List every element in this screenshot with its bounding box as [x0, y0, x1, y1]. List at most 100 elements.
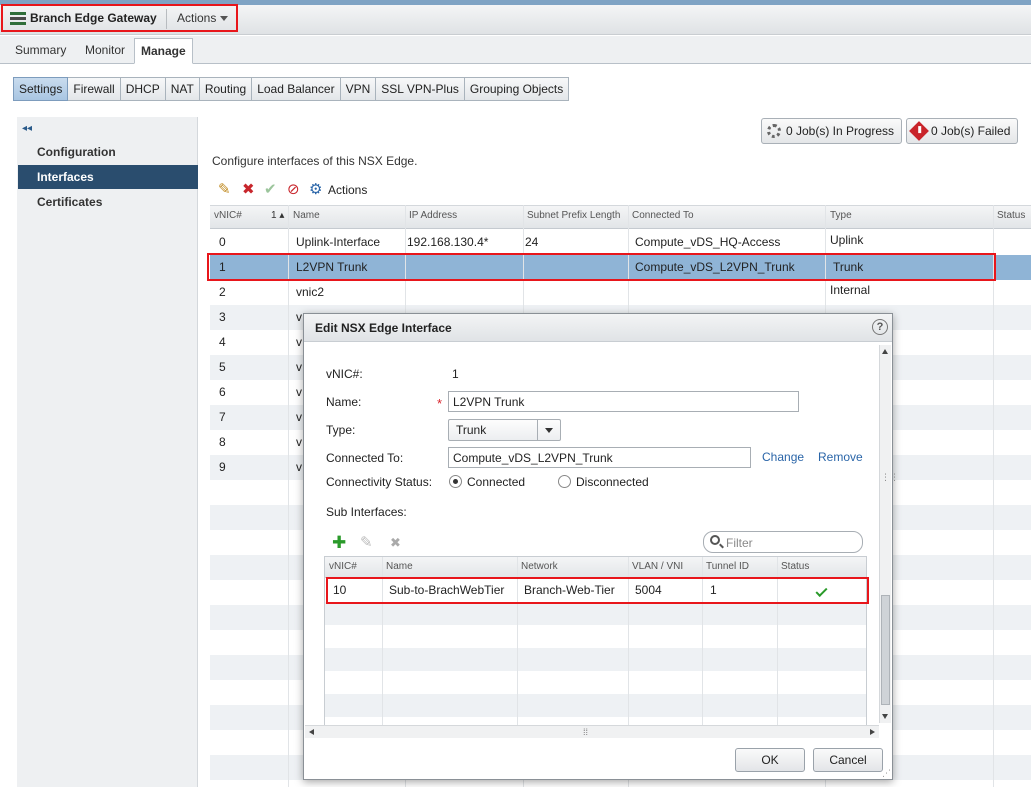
sub-col-header-network[interactable]: Network	[521, 561, 558, 572]
cell-vnic: 9	[219, 460, 226, 474]
cell-type: Uplink	[830, 233, 864, 247]
subtab-grouping-objects[interactable]: Grouping Objects	[464, 77, 570, 101]
subtab-load-balancer[interactable]: Load Balancer	[252, 77, 341, 101]
col-header-connected[interactable]: Connected To	[632, 210, 694, 221]
col-header-subnet[interactable]: Subnet Prefix Length	[527, 210, 620, 221]
collapse-panel-icon[interactable]: ◂◂	[22, 123, 32, 134]
filter-placeholder: Filter	[726, 536, 753, 550]
cell-name: v	[296, 410, 302, 424]
subtab-routing[interactable]: Routing	[199, 77, 253, 101]
disable-icon[interactable]: ⊘	[287, 181, 300, 199]
jobs-in-progress-button[interactable]: 0 Job(s) In Progress	[761, 118, 903, 144]
help-icon[interactable]: ?	[872, 319, 888, 335]
nav-item-configuration[interactable]: Configuration	[18, 140, 198, 164]
table-row[interactable]: 2 vnic2 Internal	[210, 280, 1031, 305]
table-row[interactable]: 0 Uplink-Interface 192.168.130.4* 24 Com…	[210, 230, 1031, 255]
tab-monitor[interactable]: Monitor	[79, 41, 131, 63]
subtab-firewall[interactable]: Firewall	[68, 77, 121, 101]
delete-icon[interactable]: ✖	[242, 181, 255, 199]
cell-vnic: 3	[219, 310, 226, 324]
sort-ascending-icon: 1 ▴	[271, 210, 285, 221]
cell-name: v	[296, 335, 302, 349]
col-header-ip[interactable]: IP Address	[409, 210, 457, 221]
tab-manage[interactable]: Manage	[134, 38, 193, 64]
nav-item-interfaces[interactable]: Interfaces	[18, 165, 198, 189]
settings-nav-panel	[17, 117, 198, 787]
cell-name: v	[296, 310, 302, 324]
edit-pencil-icon[interactable]: ✎	[218, 181, 231, 199]
cell-vnic: 2	[219, 285, 226, 299]
table-row-empty	[325, 671, 866, 694]
connected-to-input[interactable]	[448, 447, 751, 468]
nav-item-certificates[interactable]: Certificates	[18, 190, 198, 214]
add-icon[interactable]: ✚	[332, 534, 346, 551]
table-row-empty	[325, 625, 866, 648]
cell-name: Uplink-Interface	[296, 235, 381, 249]
dialog-resize-icon[interactable]: ⋰	[882, 768, 891, 779]
sub-col-header-vlan[interactable]: VLAN / VNI	[632, 561, 683, 572]
dialog-vertical-scrollbar[interactable]	[879, 345, 891, 723]
cell-name: v	[296, 460, 302, 474]
resize-grip-icon[interactable]: ⋮⋮	[881, 472, 899, 483]
table-row-empty	[325, 648, 866, 671]
highlight-box-sub-interface	[326, 577, 869, 604]
scroll-grip-icon[interactable]: ⁞⁞	[583, 727, 588, 737]
cell-name: v	[296, 385, 302, 399]
subtab-nat[interactable]: NAT	[165, 77, 200, 101]
radio-disconnected[interactable]	[558, 475, 571, 488]
required-marker: *	[437, 396, 443, 411]
vnic-value: 1	[452, 367, 459, 381]
sub-interfaces-label: Sub Interfaces:	[326, 505, 407, 519]
subtab-vpn[interactable]: VPN	[340, 77, 377, 101]
sub-col-header-status[interactable]: Status	[781, 561, 809, 572]
sub-col-header-tunnel[interactable]: Tunnel ID	[706, 561, 749, 572]
error-icon	[909, 121, 929, 141]
subtab-settings[interactable]: Settings	[13, 77, 69, 101]
radio-connected[interactable]	[449, 475, 462, 488]
subtab-ssl-vpn-plus[interactable]: SSL VPN-Plus	[376, 77, 465, 101]
sub-col-header-name[interactable]: Name	[386, 561, 413, 572]
chevron-down-icon[interactable]	[545, 428, 553, 433]
cell-vnic: 0	[219, 235, 226, 249]
highlight-box-header	[1, 4, 238, 32]
table-row-empty	[325, 602, 866, 625]
col-header-type[interactable]: Type	[830, 210, 852, 221]
tab-summary[interactable]: Summary	[9, 41, 72, 63]
cell-type: Internal	[830, 283, 871, 297]
col-header-status[interactable]: Status	[997, 210, 1025, 221]
scroll-down-icon[interactable]	[882, 714, 888, 719]
cell-vnic: 7	[219, 410, 226, 424]
cell-vnic: 6	[219, 385, 226, 399]
cancel-button[interactable]: Cancel	[813, 748, 883, 772]
scroll-thumb[interactable]	[881, 595, 890, 705]
change-link[interactable]: Change	[762, 450, 804, 464]
table-row-empty	[325, 694, 866, 717]
connectivity-status-label: Connectivity Status:	[326, 475, 433, 489]
cell-vnic: 5	[219, 360, 226, 374]
delete-icon[interactable]: ✖	[390, 535, 401, 551]
ok-button[interactable]: OK	[735, 748, 805, 772]
remove-link[interactable]: Remove	[818, 450, 863, 464]
connected-to-label: Connected To:	[326, 451, 404, 465]
radio-disconnected-label[interactable]: Disconnected	[576, 475, 649, 489]
scroll-left-icon[interactable]	[309, 729, 314, 735]
jobs-failed-button[interactable]: 0 Job(s) Failed	[906, 118, 1019, 144]
sub-col-header-vnic[interactable]: vNIC#	[329, 561, 357, 572]
name-input[interactable]	[448, 391, 799, 412]
cell-name: v	[296, 360, 302, 374]
cell-name: vnic2	[296, 285, 325, 299]
column-divider	[993, 205, 994, 787]
column-divider	[288, 205, 289, 787]
radio-connected-label[interactable]: Connected	[467, 475, 525, 489]
dialog-horizontal-scrollbar[interactable]	[305, 725, 879, 738]
col-header-vnic[interactable]: vNIC#	[214, 210, 242, 221]
gear-icon[interactable]: ⚙	[309, 181, 322, 199]
enable-check-icon[interactable]: ✔	[264, 181, 277, 199]
toolbar-actions-button[interactable]: Actions	[328, 183, 367, 197]
edit-pencil-icon[interactable]: ✎	[360, 535, 373, 551]
scroll-right-icon[interactable]	[870, 729, 875, 735]
col-header-name[interactable]: Name	[293, 210, 320, 221]
page-description: Configure interfaces of this NSX Edge.	[212, 154, 418, 168]
subtab-dhcp[interactable]: DHCP	[120, 77, 166, 101]
scroll-up-icon[interactable]	[882, 349, 888, 354]
